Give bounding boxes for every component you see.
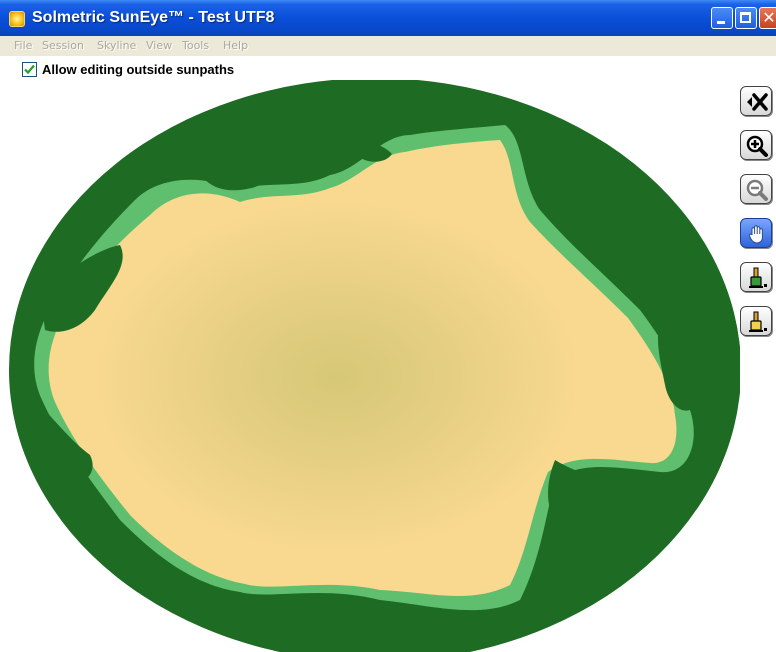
maximize-icon	[740, 12, 751, 23]
minimize-icon	[717, 21, 725, 24]
paint-sky-brush-icon	[749, 311, 767, 332]
allow-editing-label: Allow editing outside sunpaths	[42, 62, 235, 77]
title-bar[interactable]: Solmetric SunEye™ - Test UTF8 ✕	[0, 0, 776, 36]
menu-session[interactable]: Session	[42, 39, 84, 52]
fisheye-skyline-image[interactable]	[0, 80, 740, 652]
app-window: Solmetric SunEye™ - Test UTF8 ✕ File Ses…	[0, 0, 776, 652]
close-edit-button[interactable]	[740, 86, 772, 116]
sun-icon[interactable]	[9, 11, 25, 27]
allow-editing-checkbox[interactable]	[22, 62, 37, 77]
menu-bar: File Session Skyline View Tools Help	[0, 36, 776, 56]
minimize-button[interactable]	[711, 7, 733, 29]
paint-shade-brush-icon	[749, 267, 767, 288]
pan-hand-icon	[748, 225, 763, 244]
zoom-in-button[interactable]	[740, 130, 772, 160]
pan-button[interactable]	[740, 218, 772, 248]
checkmark-icon	[24, 64, 35, 75]
zoom-out-button[interactable]	[740, 174, 772, 204]
menu-view[interactable]: View	[146, 39, 172, 52]
maximize-button[interactable]	[735, 7, 757, 29]
menu-file[interactable]: File	[14, 39, 32, 52]
menu-help[interactable]: Help	[223, 39, 248, 52]
close-icon: ✕	[762, 8, 776, 27]
menu-skyline[interactable]: Skyline	[97, 39, 136, 52]
paint-sky-button[interactable]	[740, 306, 772, 336]
zoom-in-icon	[746, 135, 768, 157]
close-edit-icon	[747, 93, 768, 111]
window-title: Solmetric SunEye™ - Test UTF8	[32, 9, 275, 26]
zoom-out-icon	[746, 179, 768, 201]
close-button[interactable]: ✕	[759, 7, 776, 29]
paint-shade-button[interactable]	[740, 262, 772, 292]
menu-tools[interactable]: Tools	[182, 39, 209, 52]
